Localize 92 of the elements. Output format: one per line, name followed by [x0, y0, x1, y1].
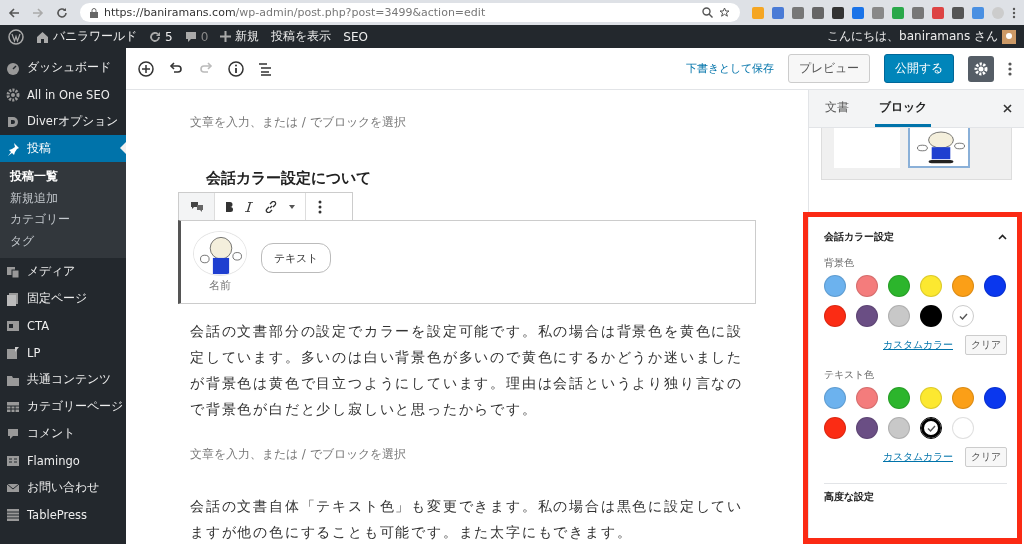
menu-item[interactable]: All in One SEO	[0, 81, 126, 108]
sidebar-tab[interactable]: 文書	[821, 90, 853, 127]
link-icon[interactable]	[265, 200, 277, 213]
caret-icon[interactable]	[289, 204, 295, 209]
seo-link[interactable]: SEO	[343, 29, 368, 44]
comment-icon	[6, 426, 20, 441]
star-icon[interactable]	[719, 7, 730, 18]
extension-icon[interactable]	[832, 6, 844, 19]
speech-bubbles-icon[interactable]	[189, 200, 204, 213]
speech-bubble[interactable]: テキスト	[261, 243, 331, 273]
greeting-text[interactable]: こんにちは、baniramans さん	[827, 28, 998, 45]
refresh-icon[interactable]	[149, 30, 161, 43]
menu-item[interactable]: CTA	[0, 312, 126, 339]
reload-icon[interactable]	[56, 6, 68, 19]
submenu-item[interactable]: タグ	[0, 230, 126, 252]
section-title[interactable]: 高度な設定	[824, 490, 1007, 504]
lock-icon	[90, 7, 98, 18]
menu-item[interactable]: TablePress	[0, 501, 126, 528]
home-icon[interactable]	[36, 30, 49, 43]
settings-button[interactable]	[968, 55, 994, 82]
section-title[interactable]: 会話カラー設定	[824, 230, 998, 244]
outline-icon[interactable]	[258, 61, 272, 76]
view-post-link[interactable]: 投稿を表示	[271, 28, 332, 45]
close-icon[interactable]	[1003, 104, 1012, 113]
back-icon[interactable]	[8, 6, 20, 19]
menu-icon[interactable]	[1012, 6, 1016, 19]
menu-item[interactable]: Diverオプション	[0, 108, 126, 135]
color-swatch[interactable]	[920, 417, 942, 439]
paragraph-text[interactable]: 会話の文書自体「テキスト色」も変更できます。私の場合は黒色に設定していますが他の色にすることも可能です。また太字にもできます。	[190, 493, 756, 544]
palette-label: 背景色	[824, 257, 855, 270]
d-logo-icon	[6, 114, 20, 129]
dashboard-icon	[6, 60, 20, 75]
new-link[interactable]: 新規	[235, 28, 260, 45]
user-avatar-icon[interactable]	[1002, 29, 1016, 44]
chevron-up-icon[interactable]	[998, 234, 1007, 240]
menu-item[interactable]: メディア	[0, 258, 126, 285]
block-placeholder-text[interactable]: 文章を入力、または / でブロックを選択	[190, 114, 756, 131]
gear-icon	[6, 87, 20, 102]
block-placeholder-text[interactable]: 文章を入力、または / でブロックを選択	[190, 446, 756, 463]
site-link[interactable]: バニラワールド	[53, 28, 137, 45]
list-icon	[6, 453, 20, 468]
paragraph-text[interactable]: 会話の文書部分の設定でカラーを設定可能です。私の場合は背景色を黄色に設定しています。多いのは白い背景色が多いので黄色にするかどうか迷いましたが背景色は黄色で目立つようにしています。理由は会話というより独り言なので背景色が白だと少し寂しいと思ったからです。	[190, 318, 756, 422]
comment-count[interactable]: 0	[200, 29, 209, 44]
submenu-item[interactable]: 投稿一覧	[0, 166, 126, 188]
edit-icon	[6, 345, 20, 360]
address-bar[interactable]: https://baniramans.com/wp-admin/post.php?post=3499&action=edit	[80, 3, 740, 22]
form-icon	[6, 318, 20, 333]
extension-icon[interactable]	[812, 6, 824, 19]
zoom-icon[interactable]	[702, 7, 713, 18]
more-options-icon[interactable]	[318, 199, 322, 214]
dialog-block[interactable]: 名前 テキスト	[178, 220, 756, 304]
menu-item[interactable]: ダッシュボード	[0, 54, 126, 81]
table-icon	[6, 507, 20, 522]
preview-button[interactable]: プレビュー	[788, 54, 870, 83]
clear-button[interactable]: クリア	[965, 335, 1007, 355]
url-text: https://baniramans.com/wp-admin/post.php?post=3499&action=edit	[104, 6, 486, 19]
info-icon[interactable]	[228, 60, 244, 77]
grid-icon	[6, 399, 20, 414]
pin-icon	[6, 141, 20, 156]
more-options-icon[interactable]	[1008, 60, 1012, 77]
plus-icon[interactable]	[220, 31, 232, 42]
menu-item[interactable]: 共通コンテンツ	[0, 366, 126, 393]
menu-item[interactable]: Flamingo	[0, 447, 126, 474]
media-icon	[6, 264, 20, 279]
wordpress-logo-icon[interactable]	[8, 28, 24, 45]
submenu-item[interactable]: 新規追加	[0, 187, 126, 209]
check-icon	[926, 424, 936, 432]
custom-color-link[interactable]: カスタムカラー	[883, 338, 953, 352]
menu-item[interactable]: 投稿	[0, 135, 126, 162]
check-icon	[958, 312, 968, 320]
menu-item[interactable]: カテゴリーページ	[0, 393, 126, 420]
publish-button[interactable]: 公開する	[884, 54, 954, 83]
menu-item[interactable]: コメント	[0, 420, 126, 447]
add-block-icon[interactable]	[138, 60, 154, 77]
save-draft-link[interactable]: 下書きとして保存	[686, 61, 774, 76]
custom-color-link[interactable]: カスタムカラー	[883, 450, 953, 464]
menu-item[interactable]: お問い合わせ	[0, 474, 126, 501]
bold-icon[interactable]	[225, 201, 233, 212]
menu-item[interactable]: 固定ページ	[0, 285, 126, 312]
heading-text: 会話カラー設定について	[206, 169, 372, 188]
clear-button[interactable]: クリア	[965, 447, 1007, 467]
update-count[interactable]: 5	[165, 29, 173, 44]
italic-icon[interactable]	[245, 201, 253, 212]
menu-item[interactable]: LP	[0, 339, 126, 366]
settings-icon	[974, 61, 988, 76]
comment-icon[interactable]	[184, 30, 197, 43]
speaker-name: 名前	[209, 278, 231, 293]
submenu-item[interactable]: カテゴリー	[0, 209, 126, 231]
style-option[interactable]	[908, 128, 970, 168]
palette-label: テキスト色	[824, 369, 875, 382]
extension-icon[interactable]	[952, 6, 964, 19]
pages-icon	[6, 291, 20, 306]
